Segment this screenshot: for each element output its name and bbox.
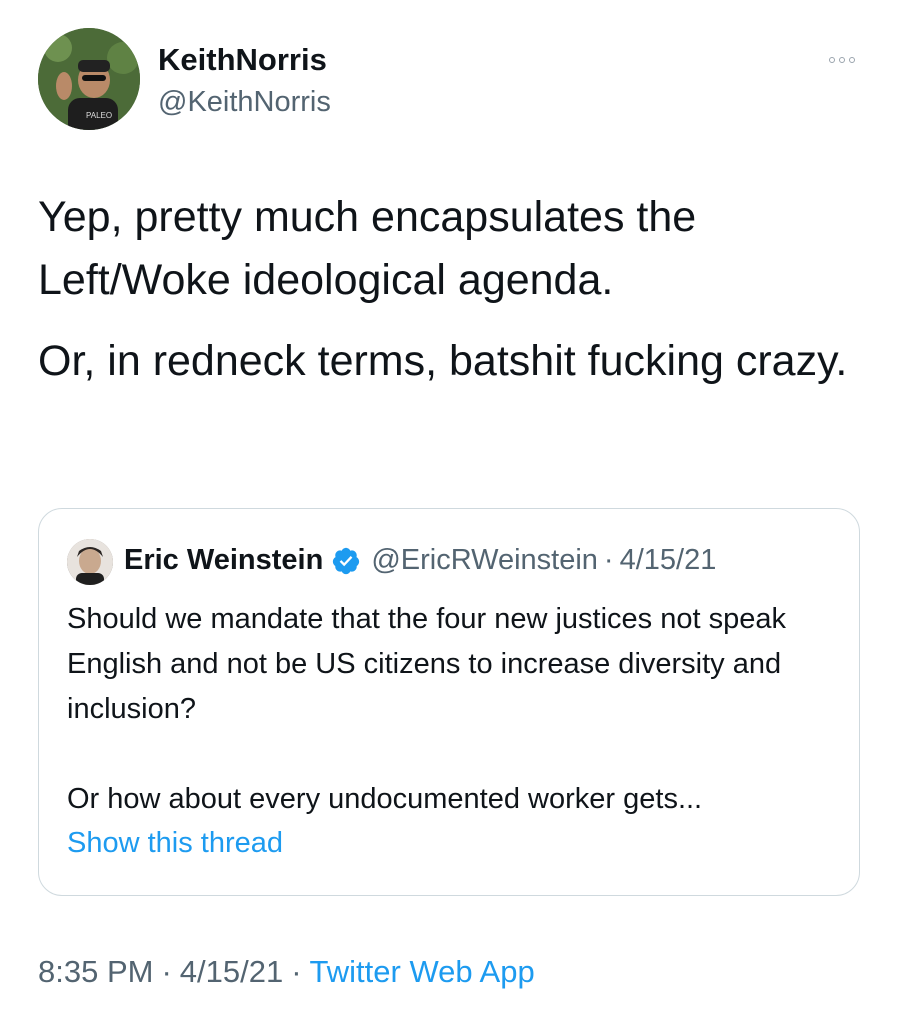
meta-separator: · [291, 954, 302, 989]
quoted-paragraph: Should we mandate that the four new just… [67, 603, 786, 725]
author-name[interactable]: KeithNorris [158, 42, 327, 78]
tweet-paragraph: Yep, pretty much encapsulates the Left/W… [38, 193, 697, 304]
verified-badge-icon [331, 546, 361, 576]
author-handle[interactable]: @KeithNorris [158, 86, 331, 119]
tweet-text: Yep, pretty much encapsulates the Left/W… [38, 186, 868, 411]
tweet-metadata: 8:35 PM · 4/15/21 · Twitter Web App [38, 954, 535, 990]
show-thread-link[interactable]: Show this thread [67, 827, 283, 860]
author-avatar[interactable]: PALEO [38, 28, 140, 130]
meta-separator: · [161, 954, 172, 989]
quoted-date[interactable]: 4/15/21 [620, 544, 717, 577]
tweet-source-link[interactable]: Twitter Web App [310, 954, 535, 989]
tweet-paragraph: Or, in redneck terms, batshit fucking cr… [38, 337, 848, 385]
more-options-button[interactable] [820, 48, 864, 72]
svg-text:PALEO: PALEO [86, 111, 112, 120]
quoted-tweet-header: Eric Weinstein @EricRWeinstein · 4/15/21 [124, 544, 716, 577]
quoted-author-name[interactable]: Eric Weinstein [124, 544, 323, 577]
quoted-separator: · [603, 544, 614, 576]
quoted-tweet-card[interactable]: Eric Weinstein @EricRWeinstein · 4/15/21… [38, 508, 860, 896]
tweet-time[interactable]: 8:35 PM [38, 954, 153, 989]
quoted-paragraph: Or how about every undocumented worker g… [67, 783, 703, 815]
tweet-date[interactable]: 4/15/21 [180, 954, 283, 989]
quoted-author-handle[interactable]: @EricRWeinstein [371, 544, 598, 577]
more-horizontal-icon [829, 57, 835, 63]
quoted-author-avatar [67, 539, 113, 585]
